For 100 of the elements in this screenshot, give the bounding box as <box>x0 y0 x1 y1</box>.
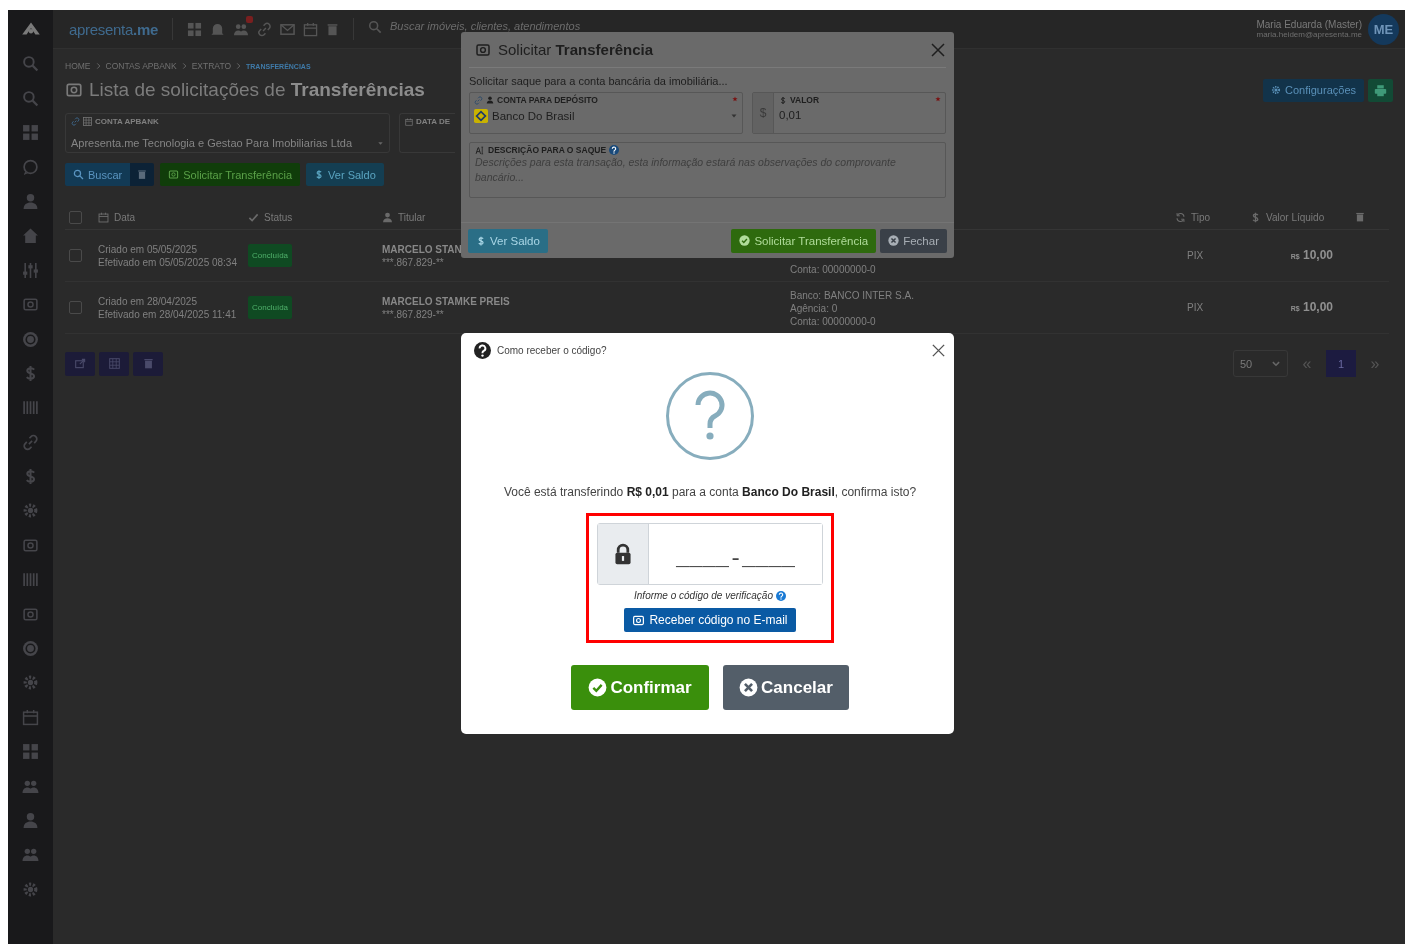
transfer-type: PIX <box>1187 250 1204 261</box>
next-page-button[interactable]: » <box>1360 350 1390 377</box>
app-logo[interactable]: apresenta.me <box>69 20 158 38</box>
dollar-icon <box>476 234 486 247</box>
previous-page-button[interactable]: « <box>1292 350 1322 377</box>
calendar-icon[interactable] <box>303 21 318 37</box>
chevron-icon <box>180 62 188 70</box>
barcode-icon[interactable] <box>22 399 39 417</box>
sliders-icon[interactable] <box>22 261 39 279</box>
mail-icon[interactable] <box>280 21 295 37</box>
link-icon[interactable] <box>257 21 272 37</box>
balance-button[interactable]: Ver Saldo <box>468 228 548 253</box>
user-email: maria.heidem@apresenta.me <box>1256 30 1362 39</box>
export-button[interactable] <box>65 351 95 376</box>
balance-button[interactable]: Ver Saldo <box>306 163 384 186</box>
page-size-select[interactable]: 50 <box>1233 350 1288 377</box>
row-checkbox[interactable] <box>69 301 82 314</box>
column-header[interactable]: Titular <box>398 212 426 223</box>
notification-badge <box>246 15 253 23</box>
field-label: CONTA APBANK <box>95 117 159 126</box>
user-icon[interactable] <box>22 812 39 829</box>
column-header[interactable]: Data <box>114 212 136 223</box>
search-field[interactable]: Buscar imóveis, clientes, atendimentos <box>390 20 690 32</box>
bank-info: Conta: 00000000-0 <box>790 315 877 328</box>
home-icon[interactable] <box>22 227 39 245</box>
user-icon <box>382 212 393 223</box>
settings-button[interactable]: Configurações <box>1263 78 1364 102</box>
search-icon <box>368 20 382 34</box>
column-header[interactable]: Status <box>264 212 293 223</box>
link-icon[interactable] <box>22 433 39 451</box>
email-code-button[interactable]: Receber código no E-mail <box>624 608 796 632</box>
row-checkbox[interactable] <box>69 249 82 262</box>
page-button[interactable]: 1 <box>1326 350 1356 377</box>
table-icon <box>108 358 120 369</box>
bell-icon[interactable] <box>210 21 225 37</box>
request-transfer-button[interactable]: Solicitar Transferência <box>160 163 301 186</box>
confirm-button[interactable]: Confirmar <box>571 665 709 710</box>
breadcrumb-link[interactable]: HOME <box>65 61 91 71</box>
trash-icon[interactable] <box>1355 210 1365 223</box>
cash-icon[interactable] <box>22 605 39 623</box>
grid-icon[interactable] <box>187 21 202 37</box>
account-select[interactable]: CONTA PARA DEPÓSITO Banco Do Brasil <box>469 92 743 134</box>
modal-subtitle: Solicitar saque para a conta bancária da imobiliária... <box>469 75 729 87</box>
coin-icon[interactable] <box>22 640 39 658</box>
search-icon[interactable] <box>22 55 39 73</box>
user-icon[interactable] <box>22 192 39 210</box>
date-field[interactable]: DATA DE <box>399 113 455 153</box>
close-button[interactable] <box>931 342 946 358</box>
barcode-icon[interactable] <box>22 571 39 589</box>
user-avatar[interactable]: ME <box>1368 13 1399 45</box>
close-button[interactable] <box>930 41 946 58</box>
column-header[interactable]: Valor Líquido <box>1266 212 1325 223</box>
transfer-type: PIX <box>1187 302 1204 313</box>
trash-icon[interactable] <box>326 21 339 37</box>
columns-button[interactable] <box>99 351 129 376</box>
calendar-icon[interactable] <box>22 708 39 726</box>
holder-document: ***.867.829-** <box>382 255 445 269</box>
select-all-checkbox[interactable] <box>69 211 82 224</box>
help-icon <box>474 341 491 359</box>
request-transfer-button[interactable]: Solicitar Transferência <box>731 228 877 253</box>
coin-icon[interactable] <box>22 330 39 348</box>
search-button[interactable]: Buscar <box>65 163 131 186</box>
close-circle-icon <box>888 235 900 246</box>
refresh-icon <box>1175 212 1186 223</box>
help-icon[interactable] <box>776 590 786 601</box>
people-icon[interactable] <box>22 846 39 864</box>
created-date: Criado em 05/05/2025 <box>98 242 198 256</box>
gear-icon[interactable] <box>22 502 39 520</box>
chat-icon[interactable] <box>22 158 39 176</box>
grid-icon[interactable] <box>22 743 39 761</box>
help-icon[interactable] <box>609 145 620 155</box>
cash-icon[interactable] <box>22 536 39 554</box>
grid-icon[interactable] <box>22 124 39 142</box>
amount-field[interactable]: $ VALOR 0,01 <box>752 92 946 134</box>
calendar-icon <box>405 117 413 126</box>
breadcrumb-link[interactable]: EXTRATO <box>191 61 232 71</box>
delete-button[interactable] <box>133 351 163 376</box>
bank-info: Conta: 00000000-0 <box>790 263 877 276</box>
print-button[interactable] <box>1368 78 1393 102</box>
modal-title: Solicitar Transferência <box>498 41 654 58</box>
gear-icon[interactable] <box>22 674 39 692</box>
breadcrumb-link[interactable]: CONTAS APBANK <box>105 61 177 71</box>
code-field[interactable]: ____-____ <box>597 523 823 585</box>
search-icon[interactable] <box>22 89 39 107</box>
account-select[interactable]: CONTA APBANK Apresenta.me Tecnologia e Gestao Para Imobiliarias Ltda <box>65 113 390 153</box>
gear-icon[interactable] <box>22 880 39 898</box>
clear-button[interactable] <box>130 163 155 186</box>
column-header[interactable]: Tipo <box>1191 212 1211 223</box>
holder-name: MARCELO STAN <box>382 242 463 256</box>
grid-icon <box>83 117 92 126</box>
cash-icon <box>168 169 180 180</box>
export-icon <box>74 358 86 369</box>
page-title: Lista de solicitações de Transferências <box>89 79 425 101</box>
confirmation-message: Você está transferindo R$ 0,01 para a conta Banco Do Brasil, confirma isto? <box>503 485 917 499</box>
cash-icon[interactable] <box>22 296 39 314</box>
people-icon[interactable] <box>233 21 249 37</box>
close-button[interactable]: Fechar <box>880 228 947 253</box>
created-date: Criado em 28/04/2025 <box>98 294 198 308</box>
cancel-button[interactable]: Cancelar <box>723 665 849 710</box>
check-circle-icon <box>588 678 608 697</box>
